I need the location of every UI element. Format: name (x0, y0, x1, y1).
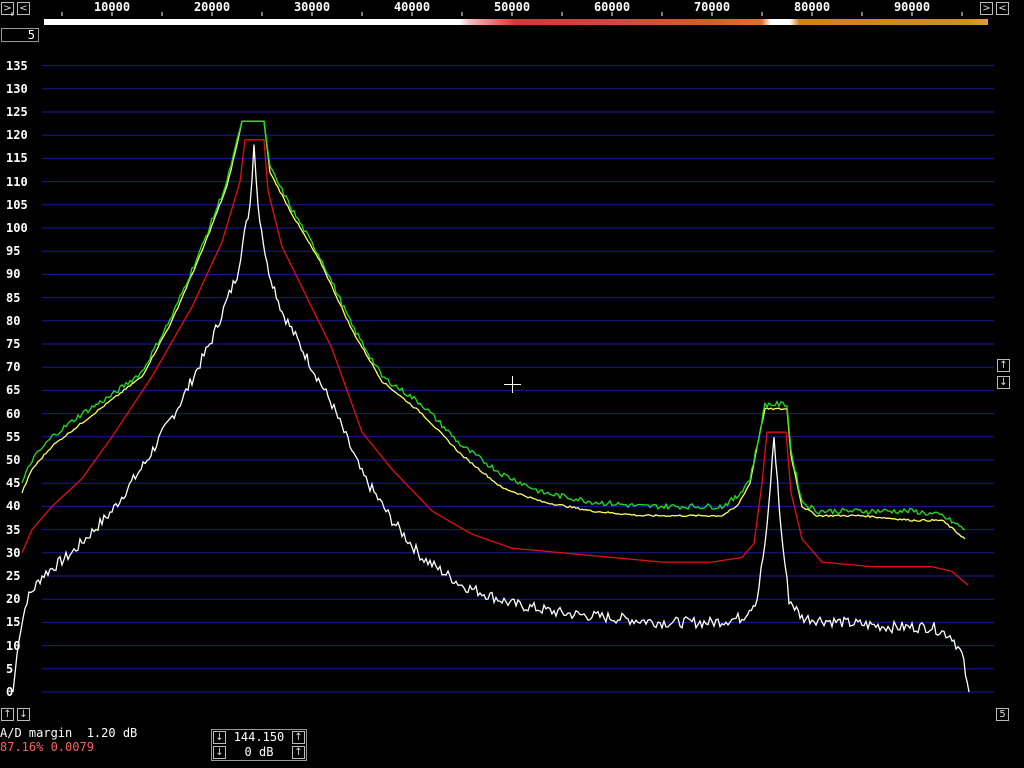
y-tick-label: 95 (6, 244, 21, 259)
y-tick-label: 40 (6, 499, 21, 514)
range-up-button[interactable]: ↑ (1, 708, 14, 721)
freq-down-button[interactable]: ↓ (213, 731, 226, 744)
y-tick-label: 85 (6, 290, 21, 305)
y-tick-label: 65 (6, 383, 21, 398)
y-tick-label: 15 (6, 615, 21, 630)
range-down-button[interactable]: ↓ (17, 708, 30, 721)
y-tick-label: 80 (6, 313, 21, 328)
y-tick-label: 10 (6, 638, 21, 653)
yellow-trace (21, 120, 966, 540)
y-tick-label: 75 (6, 337, 21, 351)
y-tick-label: 0 (6, 685, 14, 699)
crosshair-cursor (504, 376, 521, 393)
average-box[interactable]: 5 (996, 708, 1009, 721)
freq-up-button[interactable]: ↑ (292, 731, 305, 744)
y-tick-label: 60 (6, 406, 21, 421)
y-tick-label: 90 (6, 267, 21, 282)
y-tick-label: 105 (6, 197, 28, 212)
y-tick-label: 25 (6, 569, 21, 583)
green-trace (21, 120, 966, 531)
y-tick-label: 70 (6, 360, 21, 375)
gain-field[interactable]: 0 dB (227, 746, 291, 760)
y-tick-label: 20 (6, 592, 21, 607)
gain-down-button[interactable]: ↓ (213, 746, 226, 759)
y-tick-label: 120 (6, 128, 28, 143)
ad-margin-text: A/D margin 1.20 dB (0, 726, 138, 740)
y-tick-label: 45 (6, 476, 21, 491)
y-tick-label: 30 (6, 545, 21, 560)
y-tick-label: 55 (6, 429, 21, 444)
y-tick-label: 50 (6, 453, 21, 467)
y-tick-label: 125 (6, 105, 28, 119)
y-tick-label: 130 (6, 81, 28, 96)
level-down-button[interactable]: ↓ (997, 376, 1010, 389)
white-trace (12, 144, 970, 693)
gain-up-button[interactable]: ↑ (292, 746, 305, 759)
spectrum-window: > < > < 10000 20000 30000 40000 50000 60000 70… (0, 0, 1024, 768)
cpu-load-text: 87.16% 0.0079 (0, 740, 94, 754)
y-tick-label: 110 (6, 174, 28, 189)
frequency-field[interactable]: 144.150 (227, 731, 291, 745)
y-tick-label: 35 (6, 522, 21, 537)
y-tick-label: 135 (6, 58, 28, 73)
y-tick-label: 115 (6, 151, 28, 166)
level-up-button[interactable]: ↑ (997, 359, 1010, 372)
y-tick-label: 5 (6, 661, 14, 676)
y-tick-label: 100 (6, 221, 28, 235)
red-trace (21, 139, 969, 586)
